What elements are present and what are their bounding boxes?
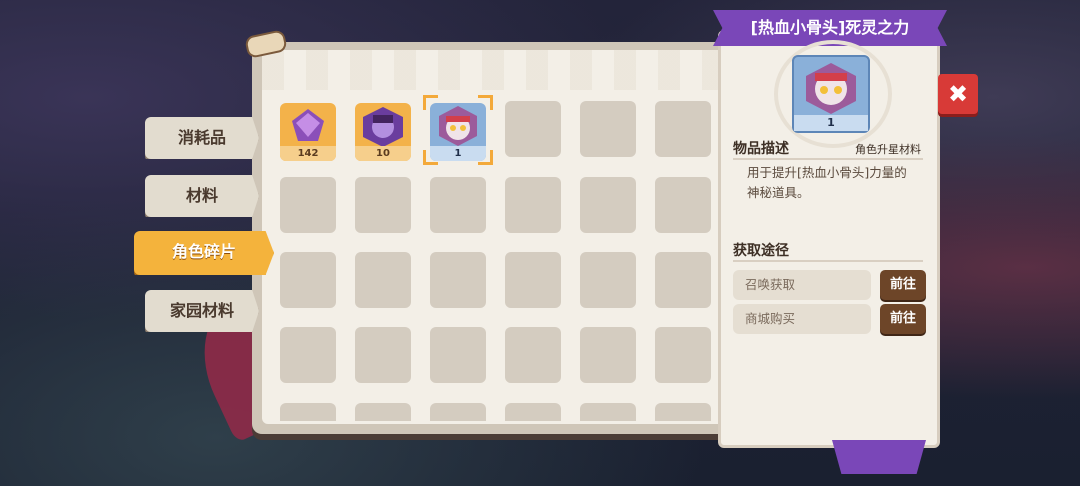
source-summon: 召唤获取 [733,270,871,300]
purple-hero-shard-icon [355,103,411,147]
purple-crystal-icon [280,103,336,147]
empty-slot[interactable] [580,177,636,233]
empty-slot[interactable] [505,327,561,383]
panel-header-pattern [262,50,728,90]
item-preview: 1 [792,55,870,133]
empty-slot[interactable] [505,252,561,308]
empty-slot[interactable] [430,403,486,421]
empty-slot[interactable] [355,177,411,233]
source-shop: 商城购买 [733,304,871,334]
tab-hero-shards[interactable]: 角色碎片 [134,231,274,275]
empty-slot[interactable] [655,101,711,157]
empty-slot[interactable] [655,403,711,421]
empty-slot[interactable] [280,403,336,421]
item-description: 用于提升[热血小骨头]力量的神秘道具。 [747,165,907,200]
tab-materials[interactable]: 材料 [145,175,259,217]
empty-slot[interactable] [430,177,486,233]
empty-slot[interactable] [505,177,561,233]
divider [733,158,923,160]
empty-slot[interactable] [655,327,711,383]
empty-slot[interactable] [280,252,336,308]
empty-slot[interactable] [655,177,711,233]
item-tag: 角色升星材料 [855,143,921,156]
empty-slot[interactable] [430,252,486,308]
empty-slot[interactable] [430,327,486,383]
tab-consumables[interactable]: 消耗品 [145,117,259,159]
empty-slot[interactable] [280,327,336,383]
inventory-grid: 142 10 1 [280,101,720,421]
empty-slot[interactable] [580,101,636,157]
divider [733,260,923,262]
desc-header: 物品描述 [733,141,789,157]
tab-home-materials[interactable]: 家园材料 [145,290,259,332]
go-button-shop[interactable]: 前往 [880,304,926,334]
empty-slot[interactable] [580,403,636,421]
bottom-ribbon [832,440,926,474]
selection-frame [423,95,493,165]
inventory-item[interactable]: 142 [280,103,336,161]
inventory-item[interactable]: 10 [355,103,411,161]
empty-slot[interactable] [580,327,636,383]
empty-slot[interactable] [355,327,411,383]
empty-slot[interactable] [580,252,636,308]
empty-slot[interactable] [280,177,336,233]
go-button-summon[interactable]: 前往 [880,270,926,300]
close-button[interactable]: ✖ [938,74,978,114]
item-qty: 10 [355,146,411,161]
empty-slot[interactable] [355,403,411,421]
skull-hero-icon [806,63,856,114]
preview-qty: 1 [794,115,868,131]
item-qty: 142 [280,146,336,161]
empty-slot[interactable] [505,101,561,157]
empty-slot[interactable] [655,252,711,308]
empty-slot[interactable] [505,403,561,421]
empty-slot[interactable] [355,252,411,308]
source-header: 获取途径 [733,243,789,259]
